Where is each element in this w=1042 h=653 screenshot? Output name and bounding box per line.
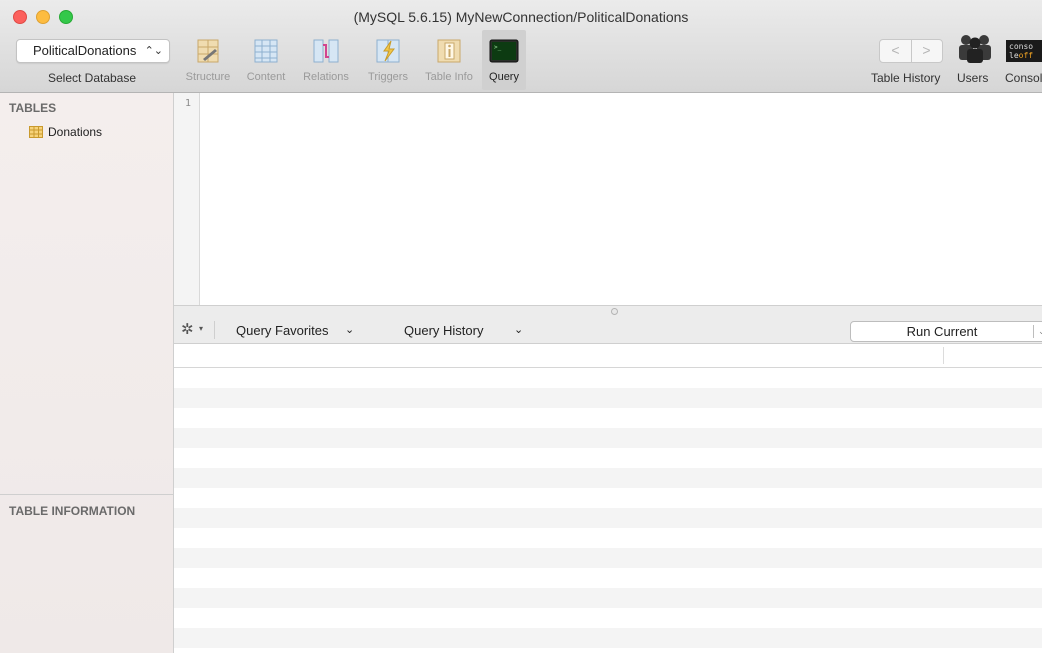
toolbar: (MySQL 5.6.15) MyNewConnection/Political… — [0, 0, 1042, 93]
table-history-nav: < > — [879, 39, 943, 63]
run-current-label: Run Current — [906, 324, 978, 339]
gear-caret-icon[interactable]: ▾ — [199, 324, 203, 333]
gear-icon[interactable]: ✲ — [181, 320, 194, 338]
window-title: (MySQL 5.6.15) MyNewConnection/Political… — [353, 9, 689, 25]
table-item-label: Donations — [48, 125, 103, 139]
query-terminal-icon: >_ — [489, 39, 519, 63]
back-button[interactable]: < — [880, 40, 912, 62]
console-button[interactable]: conso leoff Consol — [1000, 30, 1042, 90]
structure-button[interactable]: Structure — [180, 30, 236, 90]
table-info-icon — [437, 39, 461, 63]
query-history-menu[interactable]: Query History — [404, 323, 483, 338]
structure-label: Structure — [185, 71, 231, 83]
database-select-value: PoliticalDonations — [33, 43, 137, 58]
structure-icon — [197, 39, 219, 63]
relations-button[interactable]: Relations — [296, 30, 356, 90]
users-label: Users — [957, 71, 989, 85]
tables-section-header: TABLES — [9, 101, 57, 115]
console-icon: conso leoff — [1006, 40, 1042, 62]
results-row — [174, 588, 1042, 608]
users-icon — [959, 35, 991, 63]
users-button[interactable]: Users — [952, 30, 1000, 90]
splitter-handle-icon[interactable] — [611, 308, 618, 315]
triggers-button[interactable]: Triggers — [360, 30, 416, 90]
query-button[interactable]: >_ Query — [482, 30, 526, 90]
app-window: (MySQL 5.6.15) MyNewConnection/Political… — [0, 0, 1042, 653]
table-history-label: Table History — [871, 71, 941, 85]
svg-text:>_: >_ — [494, 44, 502, 51]
content-label: Content — [246, 71, 286, 83]
console-label: Consol — [1005, 71, 1042, 85]
chevron-down-icon[interactable]: ⌄ — [345, 323, 354, 336]
table-info-button[interactable]: Table Info — [418, 30, 480, 90]
select-stepper-icon: ⌃⌄ — [144, 45, 163, 57]
results-row — [174, 508, 1042, 528]
console-icon-text-2a: le — [1009, 51, 1019, 60]
forward-button[interactable]: > — [911, 40, 942, 62]
query-bar-separator — [214, 321, 215, 339]
table-icon — [29, 126, 43, 138]
database-select-label: Select Database — [47, 71, 137, 85]
query-editor[interactable]: 1 — [174, 93, 1042, 305]
column-divider[interactable] — [943, 347, 944, 364]
triggers-icon — [376, 39, 400, 63]
console-icon-text-2: leoff — [1009, 51, 1042, 60]
query-favorites-menu[interactable]: Query Favorites — [236, 323, 328, 338]
relations-label: Relations — [303, 71, 349, 83]
table-info-label: Table Info — [425, 71, 473, 83]
line-number-gutter: 1 — [174, 93, 200, 305]
query-bar: ✲ ▾ Query Favorites ⌄ Query History ⌄ Ru… — [174, 317, 1042, 344]
run-button-divider — [1033, 325, 1034, 338]
content-icon — [254, 39, 278, 63]
run-options-chevron-icon[interactable]: ⌄ — [1038, 322, 1042, 341]
results-row — [174, 628, 1042, 648]
relations-icon — [313, 39, 339, 63]
console-icon-text-1: conso — [1009, 42, 1034, 51]
content-button[interactable]: Content — [240, 30, 292, 90]
run-current-button[interactable]: Run Current ⌄ — [850, 321, 1042, 342]
results-row — [174, 468, 1042, 488]
triggers-label: Triggers — [368, 71, 408, 83]
chevron-down-icon[interactable]: ⌄ — [514, 323, 523, 336]
query-label: Query — [489, 71, 519, 83]
console-icon-text-2b: off — [1018, 51, 1034, 60]
sidebar-divider[interactable] — [0, 494, 173, 495]
line-number: 1 — [184, 98, 191, 109]
results-row — [174, 428, 1042, 448]
database-select[interactable]: PoliticalDonations ⌃⌄ — [16, 39, 170, 63]
results-row — [174, 388, 1042, 408]
table-information-header: TABLE INFORMATION — [9, 504, 136, 518]
sidebar: TABLES Donations TABLE INFORMATION — [0, 93, 174, 653]
results-header-row — [174, 344, 1042, 368]
results-table[interactable] — [174, 344, 1042, 653]
results-row — [174, 548, 1042, 568]
